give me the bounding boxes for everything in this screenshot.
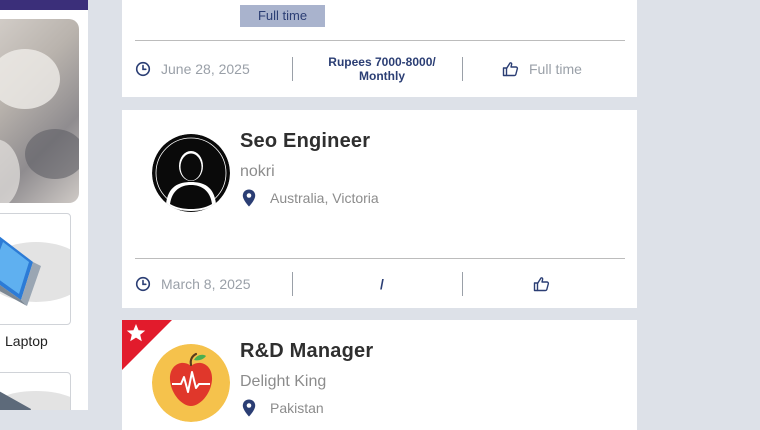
salary-line-1: Rupees 7000-8000/ xyxy=(328,55,436,69)
sidebar-top-bar xyxy=(0,0,88,10)
laptop-icon xyxy=(0,236,70,306)
laptop-label[interactable]: Laptop xyxy=(5,333,48,349)
job-card-3[interactable]: R&D Manager Delight King Pakistan xyxy=(122,320,637,430)
job-title[interactable]: R&D Manager xyxy=(240,340,373,363)
job-salary: Rupees 7000-8000/ Monthly xyxy=(302,55,462,83)
job-date-text: June 28, 2025 xyxy=(161,61,250,77)
job-location: Australia, Victoria xyxy=(242,189,379,207)
job-meta-row: March 8, 2025 / xyxy=(122,270,637,298)
job-type-badge[interactable]: Full time xyxy=(240,5,325,27)
job-title[interactable]: Seo Engineer xyxy=(240,130,370,153)
job-card-1[interactable]: Full time June 28, 2025 Rupees 7000-8000… xyxy=(122,0,637,97)
apple-heartbeat-icon xyxy=(152,344,230,422)
sidebar-column: Laptop xyxy=(0,0,88,410)
clock-icon xyxy=(135,61,151,77)
avatar-silhouette-icon xyxy=(152,134,230,212)
laptop-product-card-2[interactable] xyxy=(0,372,71,410)
job-date: March 8, 2025 xyxy=(135,270,251,298)
card-divider xyxy=(135,258,625,259)
meta-separator xyxy=(292,272,293,296)
clock-icon xyxy=(135,276,151,292)
thumbs-up-icon xyxy=(533,277,550,292)
job-type xyxy=(533,270,560,298)
company-name[interactable]: nokri xyxy=(240,163,275,181)
job-type-text: Full time xyxy=(529,61,582,77)
card-divider xyxy=(135,40,625,41)
job-date: June 28, 2025 xyxy=(135,55,250,83)
promo-image[interactable] xyxy=(0,19,79,203)
job-location-text: Pakistan xyxy=(270,400,324,416)
company-name[interactable]: Delight King xyxy=(240,373,326,391)
job-card-2[interactable]: Seo Engineer nokri Australia, Victoria M… xyxy=(122,110,637,308)
job-location: Pakistan xyxy=(242,399,324,417)
laptop-product-card[interactable] xyxy=(0,213,71,325)
job-location-text: Australia, Victoria xyxy=(270,190,379,206)
meta-separator xyxy=(292,57,293,81)
job-type: Full time xyxy=(502,55,582,83)
meta-separator xyxy=(462,57,463,81)
laptop-icon xyxy=(0,391,70,410)
job-date-text: March 8, 2025 xyxy=(161,276,251,292)
map-pin-icon xyxy=(242,189,256,207)
job-salary: / xyxy=(380,276,384,292)
salary-line-2: Monthly xyxy=(359,69,405,83)
company-logo[interactable] xyxy=(152,344,230,422)
thumbs-up-icon xyxy=(502,62,519,77)
map-pin-icon xyxy=(242,399,256,417)
company-logo[interactable] xyxy=(152,134,230,212)
job-meta-row: June 28, 2025 Rupees 7000-8000/ Monthly … xyxy=(122,55,637,83)
meta-separator xyxy=(462,272,463,296)
